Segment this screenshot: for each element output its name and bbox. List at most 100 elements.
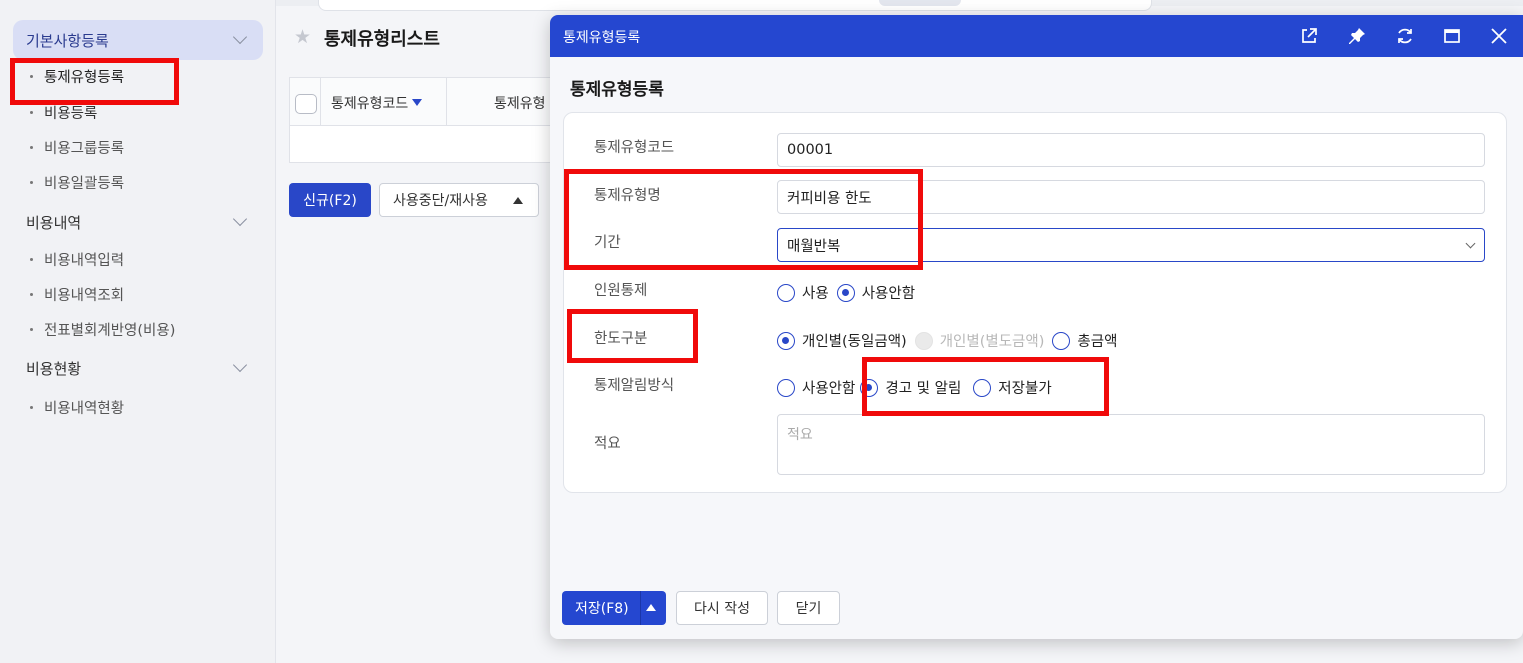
sidebar-group-basic[interactable]: 기본사항등록 [13, 20, 263, 60]
sidebar-item-label: 전표별회계반영(비용) [44, 323, 176, 339]
headcount-label: 인원통제 [594, 283, 648, 299]
sidebar-item-label: 비용그룹등록 [44, 141, 125, 157]
sidebar-item-expense-query[interactable]: 비용내역조회 [30, 284, 124, 305]
stop-resume-button[interactable]: 사용중단/재사용 [379, 183, 539, 217]
modal-titlebar: 통제유형등록 [550, 15, 1523, 57]
memo-placeholder: 적요 [787, 427, 813, 443]
caret-up-icon[interactable] [646, 604, 656, 611]
chevron-down-icon [232, 357, 248, 373]
close-button[interactable]: 닫기 [777, 591, 840, 625]
radio-button-checked[interactable] [860, 378, 879, 397]
rewrite-button[interactable]: 다시 작성 [676, 591, 768, 625]
memo-label: 적요 [594, 436, 621, 452]
sidebar-item-expense[interactable]: 비용등록 [30, 102, 97, 123]
sort-desc-icon [412, 99, 423, 106]
period-select[interactable]: 매월반복 [777, 228, 1485, 262]
bullet-icon [30, 146, 33, 149]
modal-heading: 통제유형등록 [570, 80, 664, 100]
select-all-checkbox[interactable] [295, 94, 317, 114]
notify-label: 통제알림방식 [594, 378, 675, 394]
radio-label: 사용안함 [861, 286, 916, 302]
sidebar-item-voucher-accounting[interactable]: 전표별회계반영(비용) [30, 319, 175, 340]
radio-button[interactable] [777, 283, 795, 302]
name-value: 커피비용 한도 [787, 190, 872, 207]
notify-option-warn[interactable]: 경고 및 알림 [860, 377, 961, 398]
sidebar-group-label: 비용내역 [26, 213, 82, 232]
control-type-modal: 통제유형등록 통제유형등록 통제유형코드 00001 통제유형명 커피비용 한도… [550, 15, 1523, 639]
sidebar-item-expense-input[interactable]: 비용내역입력 [30, 249, 124, 270]
sidebar-item-label: 비용일괄등록 [44, 176, 125, 192]
notify-radio-group: 사용안함 경고 및 알림 저장불가 [777, 377, 1060, 398]
sidebar-item-label: 비용내역입력 [44, 253, 125, 269]
maximize-icon[interactable] [1441, 25, 1463, 47]
column-divider [446, 78, 447, 125]
sidebar-item-expense-status[interactable]: 비용내역현황 [30, 397, 124, 418]
chevron-down-icon [1465, 238, 1476, 249]
radio-label: 사용 [802, 286, 829, 302]
favorite-star-icon[interactable]: ★ [294, 26, 311, 48]
column-header-name[interactable]: 통제유형 [494, 93, 546, 113]
name-label: 통제유형명 [594, 188, 661, 204]
popover-tab[interactable] [879, 0, 961, 6]
pin-icon[interactable] [1346, 25, 1368, 47]
notify-option-none[interactable]: 사용안함 [777, 377, 855, 398]
new-button[interactable]: 신규(F2) [289, 183, 371, 217]
radio-label: 총금액 [1077, 334, 1118, 350]
sidebar-item-label: 비용내역현황 [44, 401, 125, 417]
radio-button-checked[interactable] [777, 331, 795, 350]
radio-label: 저장불가 [998, 381, 1052, 397]
chevron-down-icon [232, 211, 248, 227]
sidebar-group-expense-status[interactable]: 비용현황 [13, 348, 263, 388]
limit-radio-group: 개인별(동일금액) 개인별(별도금액) 총금액 [777, 330, 1125, 351]
bullet-icon [30, 75, 33, 78]
period-value: 매월반복 [787, 238, 841, 255]
sidebar-item-expense-group[interactable]: 비용그룹등록 [30, 137, 124, 158]
external-link-icon[interactable] [1298, 25, 1320, 47]
save-button[interactable]: 저장(F8) [562, 591, 666, 625]
radio-button[interactable] [973, 378, 992, 397]
bullet-icon [30, 293, 33, 296]
grid-header: 통제유형코드 통제유형 [290, 78, 560, 126]
headcount-radio-group: 사용 사용안함 [777, 282, 923, 303]
sidebar-group-label: 비용현황 [26, 359, 82, 378]
bullet-icon [30, 181, 33, 184]
radio-label: 개인별(동일금액) [802, 334, 907, 350]
radio-button-checked[interactable] [836, 283, 855, 302]
limit-option-same[interactable]: 개인별(동일금액) [777, 330, 907, 351]
headcount-option-use[interactable]: 사용 [777, 282, 829, 303]
code-field[interactable]: 00001 [777, 133, 1485, 167]
bullet-icon [30, 258, 33, 261]
radio-button[interactable] [1052, 331, 1071, 350]
caret-up-icon [513, 197, 523, 204]
close-icon[interactable] [1488, 25, 1510, 47]
radio-label: 경고 및 알림 [885, 381, 962, 397]
column-header-code[interactable]: 통제유형코드 [331, 93, 423, 113]
limit-label: 한도구분 [594, 331, 648, 347]
column-divider [320, 78, 321, 125]
name-field[interactable]: 커피비용 한도 [777, 180, 1485, 214]
radio-button[interactable] [777, 378, 795, 397]
code-value: 00001 [787, 142, 834, 158]
memo-textarea[interactable]: 적요 [777, 414, 1485, 475]
limit-option-separate: 개인별(별도금액) [914, 330, 1044, 351]
sidebar-item-control-type[interactable]: 통제유형등록 [30, 66, 124, 87]
control-type-grid: 통제유형코드 통제유형 [289, 77, 561, 163]
notify-option-block[interactable]: 저장불가 [973, 377, 1052, 398]
split-divider [640, 591, 641, 625]
limit-option-total[interactable]: 총금액 [1052, 330, 1117, 351]
sidebar-item-expense-bulk[interactable]: 비용일괄등록 [30, 172, 124, 193]
sidebar-group-label: 기본사항등록 [26, 31, 109, 50]
chevron-down-icon [232, 29, 248, 45]
sidebar-group-expense-history[interactable]: 비용내역 [13, 202, 263, 242]
sidebar-item-label: 통제유형등록 [44, 70, 125, 86]
period-label: 기간 [594, 235, 621, 251]
refresh-icon[interactable] [1394, 25, 1416, 47]
column-header-label: 통제유형코드 [331, 96, 409, 112]
page-title: 통제유형리스트 [324, 29, 440, 50]
modal-window-title: 통제유형등록 [563, 30, 641, 46]
sidebar-item-label: 비용내역조회 [44, 288, 125, 304]
form-card: 통제유형코드 00001 통제유형명 커피비용 한도 기간 매월반복 인원통제 … [563, 112, 1507, 493]
sidebar-item-label: 비용등록 [44, 106, 98, 122]
headcount-option-none[interactable]: 사용안함 [836, 282, 916, 303]
save-label: 저장(F8) [575, 601, 629, 617]
